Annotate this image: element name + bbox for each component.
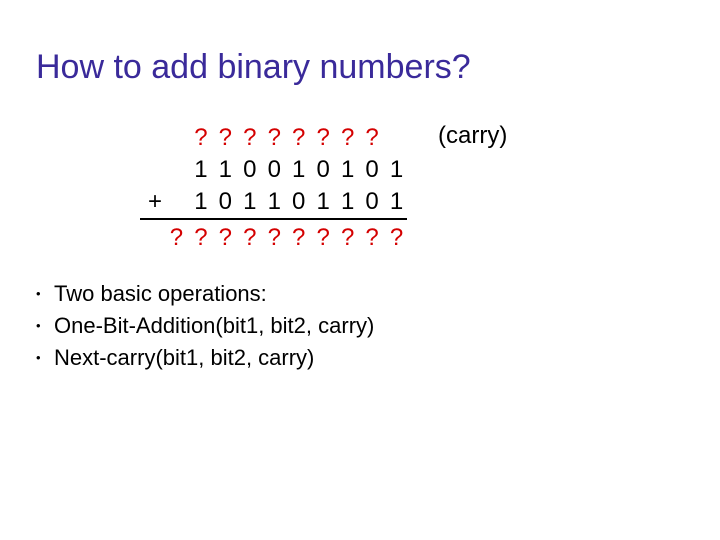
bullet-dot-icon: • [36, 344, 54, 372]
result-digit: ? [215, 222, 235, 254]
operand-digit: 1 [191, 154, 211, 186]
carry-digit: ? [338, 122, 358, 154]
operand-digit: 1 [191, 186, 211, 218]
bullet-item: •One-Bit-Addition(bit1, bit2, carry) [36, 312, 374, 340]
bullet-item: •Next-carry(bit1, bit2, carry) [36, 344, 374, 372]
operand-digit: 0 [215, 186, 235, 218]
result-digit: ? [387, 222, 407, 254]
result-digit: ? [166, 222, 186, 254]
slide-title: How to add binary numbers? [36, 48, 471, 87]
result-digit: ? [240, 222, 260, 254]
bullet-list: •Two basic operations: •One-Bit-Addition… [36, 280, 374, 376]
operand-digit: 0 [362, 186, 382, 218]
operand-digit: 1 [387, 186, 407, 218]
operand-digit: 0 [362, 154, 382, 186]
operand-digit: 1 [313, 186, 333, 218]
carry-digit: ? [191, 122, 211, 154]
bullet-text: One-Bit-Addition(bit1, bit2, carry) [54, 313, 374, 338]
plus-sign: + [140, 186, 162, 218]
operand-digit: 0 [289, 186, 309, 218]
carry-digit: ? [313, 122, 333, 154]
carry-digit: ? [240, 122, 260, 154]
bullet-dot-icon: • [36, 312, 54, 340]
operand-row-2: + 1 0 1 1 0 1 1 0 1 [140, 186, 407, 220]
result-digit: ? [289, 222, 309, 254]
carry-digit: ? [215, 122, 235, 154]
result-digit: ? [191, 222, 211, 254]
operand-digit: 0 [264, 154, 284, 186]
carry-label: (carry) [438, 122, 507, 150]
result-digit: ? [264, 222, 284, 254]
result-row: ? ? ? ? ? ? ? ? ? ? [140, 222, 407, 254]
operand-digit: 0 [240, 154, 260, 186]
operand-digit: 1 [215, 154, 235, 186]
bullet-dot-icon: • [36, 280, 54, 308]
carry-row: ? ? ? ? ? ? ? ? [140, 122, 407, 154]
operand-digit: 1 [264, 186, 284, 218]
carry-digit: ? [362, 122, 382, 154]
result-digit: ? [362, 222, 382, 254]
carry-digit: ? [264, 122, 284, 154]
binary-addition-block: ? ? ? ? ? ? ? ? 1 1 0 0 1 0 1 0 1 + [140, 122, 407, 254]
operand-digit: 0 [313, 154, 333, 186]
bullet-item: •Two basic operations: [36, 280, 374, 308]
operand-digit: 1 [338, 154, 358, 186]
operand-digit: 1 [289, 154, 309, 186]
slide: How to add binary numbers? ? ? ? ? ? ? ?… [0, 0, 720, 540]
bullet-text: Two basic operations: [54, 281, 267, 306]
result-digit: ? [338, 222, 358, 254]
carry-digit: ? [289, 122, 309, 154]
operand-digit: 1 [338, 186, 358, 218]
bullet-text: Next-carry(bit1, bit2, carry) [54, 345, 314, 370]
operand-digit: 1 [387, 154, 407, 186]
result-digit: ? [313, 222, 333, 254]
operand-row-1: 1 1 0 0 1 0 1 0 1 [140, 154, 407, 186]
operand-digit: 1 [240, 186, 260, 218]
